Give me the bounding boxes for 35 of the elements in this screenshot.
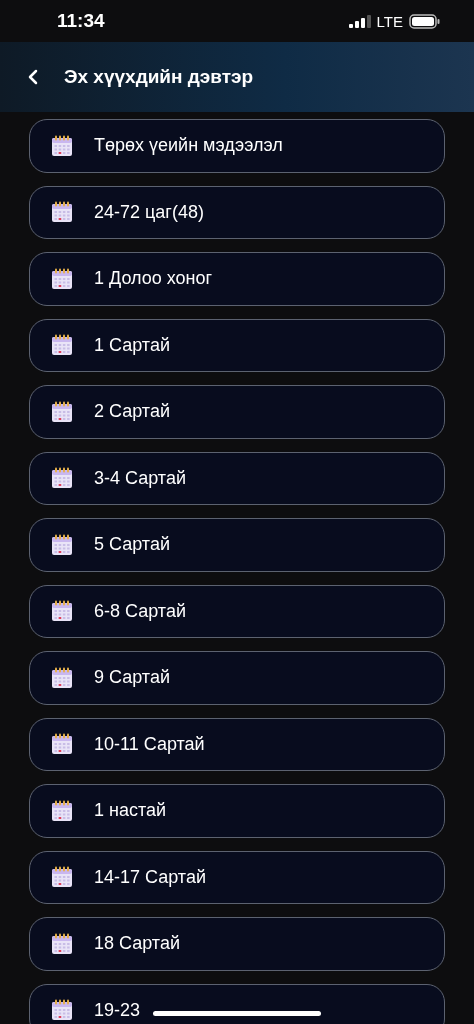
list-item[interactable]: 24-72 цаг(48) [29, 185, 445, 239]
list-item[interactable]: 9 Сартай [29, 651, 445, 705]
page-title: Эх хүүхдийн дэвтэр [64, 66, 254, 88]
battery-icon [409, 13, 440, 29]
calendar-icon [50, 133, 74, 158]
calendar-icon [50, 865, 74, 890]
back-button[interactable] [28, 69, 38, 85]
network-label: LTE [376, 12, 403, 30]
calendar-icon [50, 399, 74, 424]
list-item[interactable]: 1 Долоо хоног [29, 252, 445, 306]
list-item[interactable]: 19-23 [29, 983, 445, 1024]
list-item[interactable]: 6-8 Сартай [29, 584, 445, 638]
calendar-icon [50, 466, 74, 491]
list-item[interactable]: 5 Сартай [29, 518, 445, 572]
list-item[interactable]: 14-17 Сартай [29, 850, 445, 904]
calendar-icon [50, 266, 74, 291]
list-item[interactable]: 2 Сартай [29, 385, 445, 439]
calendar-icon [50, 200, 74, 225]
calendar-icon [50, 532, 74, 557]
signal-icon [348, 14, 371, 28]
calendar-icon [50, 665, 74, 690]
calendar-icon [50, 931, 74, 956]
list-item[interactable]: 10-11 Сартай [29, 717, 445, 771]
calendar-icon [50, 599, 74, 624]
list-item[interactable]: 1 настай [29, 784, 445, 838]
back-icon [28, 69, 38, 85]
calendar-icon [50, 798, 74, 823]
list-item[interactable]: 3-4 Сартай [29, 451, 445, 505]
list-item[interactable]: 1 Сартай [29, 318, 445, 372]
status-time: 11:34 [57, 10, 105, 32]
calendar-icon [50, 998, 74, 1023]
calendar-icon [50, 732, 74, 757]
list-item[interactable]: Төрөх үеийн мэдээлэл [29, 119, 445, 173]
list-item[interactable]: 18 Сартай [29, 917, 445, 971]
calendar-icon [50, 333, 74, 358]
